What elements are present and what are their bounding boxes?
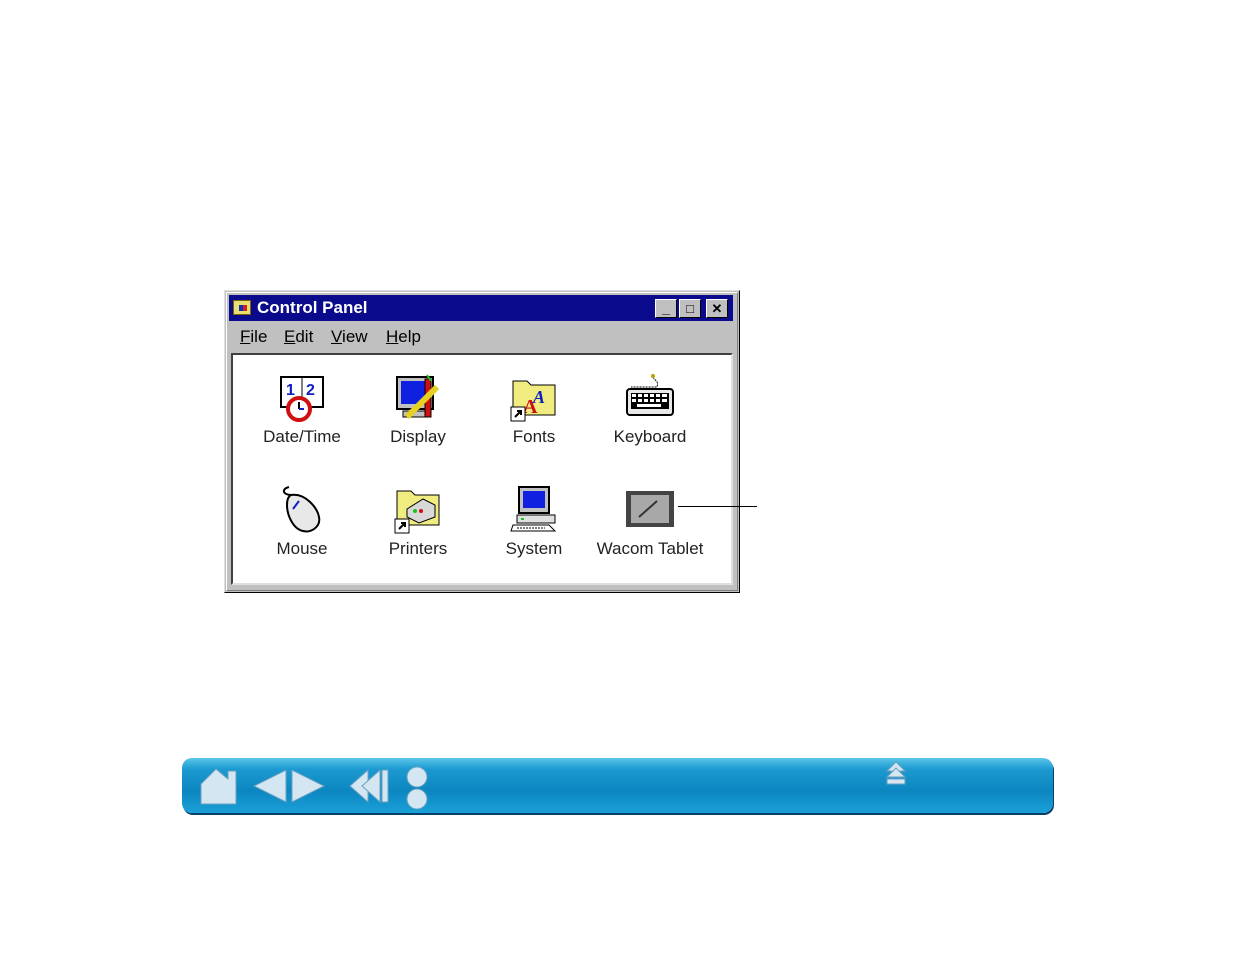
item-printers[interactable]: Printers	[363, 485, 473, 559]
close-button[interactable]: ✕	[706, 299, 728, 318]
item-keyboard[interactable]: Keyboard	[595, 373, 705, 447]
item-label: Date/Time	[263, 427, 341, 446]
computer-icon	[509, 485, 559, 535]
item-label: Printers	[388, 539, 448, 558]
menu-bar: File Edit View Help	[229, 323, 733, 351]
mouse-icon	[277, 485, 327, 535]
control-panel-icon	[233, 300, 251, 315]
printers-folder-icon	[393, 485, 443, 535]
tablet-icon	[625, 485, 675, 535]
close-icon: ✕	[711, 301, 723, 316]
index-icon[interactable]	[404, 766, 430, 810]
svg-text:A: A	[532, 387, 545, 407]
item-label: Mouse	[276, 539, 328, 558]
item-fonts[interactable]: AA Fonts	[479, 373, 589, 447]
menu-view-accel: V	[331, 327, 343, 346]
menu-file-label: ile	[250, 327, 268, 346]
title-bar[interactable]: Control Panel _ □ ✕	[229, 295, 733, 321]
item-label: Fonts	[512, 427, 556, 446]
item-label: Display	[390, 427, 446, 446]
menu-help-label: elp	[398, 327, 421, 346]
minimize-icon: _	[662, 300, 670, 316]
go-to-top-icon[interactable]	[885, 760, 907, 786]
menu-file[interactable]: File	[240, 327, 267, 347]
menu-edit[interactable]: Edit	[284, 327, 313, 347]
display-icon	[393, 373, 443, 423]
menu-view[interactable]: View	[331, 327, 368, 347]
next-page-icon[interactable]	[290, 768, 326, 804]
maximize-icon: □	[686, 301, 694, 316]
menu-help-accel: H	[386, 327, 399, 346]
keyboard-icon	[625, 373, 675, 423]
item-wacom-tablet[interactable]: Wacom Tablet	[595, 485, 705, 559]
icon-view: 12 Date/Time Display AA Fonts Keyboard M…	[231, 353, 733, 585]
calendar-clock-icon: 12	[277, 373, 327, 423]
previous-page-icon[interactable]	[252, 768, 288, 804]
menu-help[interactable]: Help	[386, 327, 421, 347]
window-title: Control Panel	[257, 298, 368, 317]
menu-file-accel: F	[240, 327, 251, 346]
item-date-time[interactable]: 12 Date/Time	[247, 373, 357, 447]
fonts-folder-icon: AA	[509, 373, 559, 423]
item-mouse[interactable]: Mouse	[247, 485, 357, 559]
callout-line	[678, 506, 757, 507]
svg-text:2: 2	[306, 382, 315, 399]
item-display[interactable]: Display	[363, 373, 473, 447]
maximize-button[interactable]: □	[679, 299, 701, 318]
item-system[interactable]: System	[479, 485, 589, 559]
item-label: System	[505, 539, 563, 558]
back-icon[interactable]	[348, 768, 390, 804]
item-label: Wacom Tablet	[596, 539, 704, 558]
navigation-bar	[182, 758, 1053, 813]
minimize-button[interactable]: _	[655, 299, 677, 318]
menu-view-label: iew	[342, 327, 368, 346]
svg-text:1: 1	[286, 382, 295, 399]
item-label: Keyboard	[613, 427, 687, 446]
home-icon[interactable]	[198, 766, 240, 806]
menu-edit-accel: E	[284, 327, 296, 346]
control-panel-window: Control Panel _ □ ✕ File Edit View Help …	[224, 290, 740, 593]
menu-edit-label: dit	[295, 327, 314, 346]
